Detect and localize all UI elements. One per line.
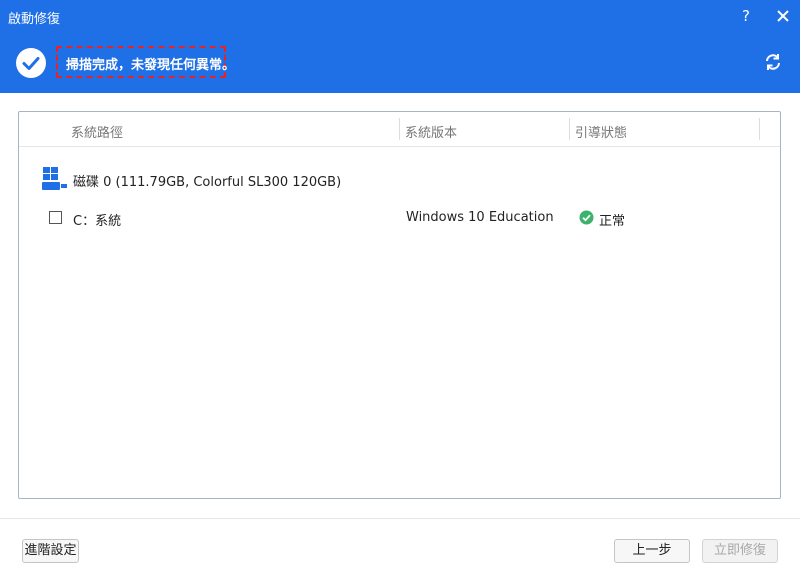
advanced-settings-button[interactable]: 進階設定 [22, 539, 79, 563]
system-table: 系統路徑 系統版本 引導狀態 磁碟 0 (111.79GB, Colorful … [18, 111, 781, 499]
disk-label: 磁碟 0 (111.79GB, Colorful SL300 120GB) [73, 175, 342, 190]
column-divider[interactable] [759, 118, 760, 140]
col-system-version: 系統版本 [405, 126, 458, 141]
column-divider[interactable] [569, 118, 570, 140]
status-banner: 掃描完成，未發現任何異常。 [0, 34, 800, 93]
col-boot-status: 引導狀態 [575, 126, 628, 141]
title-bar: 啟動修復 ? [0, 0, 800, 34]
partition-checkbox[interactable] [49, 211, 62, 224]
window-title: 啟動修復 [8, 12, 61, 27]
ok-status-icon [579, 210, 594, 225]
refresh-icon[interactable] [763, 52, 783, 72]
boot-status-text: 正常 [599, 214, 626, 229]
column-divider[interactable] [399, 118, 400, 140]
ssd-disk-icon [42, 167, 67, 190]
fix-now-button[interactable]: 立即修復 [702, 539, 778, 563]
help-button[interactable]: ? [736, 5, 756, 27]
close-icon[interactable] [772, 5, 794, 27]
col-system-path: 系統路徑 [71, 126, 124, 141]
scan-result-message: 掃描完成，未發現任何異常。 [66, 58, 236, 73]
table-header: 系統路徑 系統版本 引導狀態 [19, 112, 780, 147]
check-circle-icon [16, 48, 46, 78]
footer-divider [0, 518, 800, 519]
partition-label: C：系統 [73, 214, 122, 229]
previous-button[interactable]: 上一步 [614, 539, 690, 563]
partition-version: Windows 10 Education [406, 210, 554, 225]
